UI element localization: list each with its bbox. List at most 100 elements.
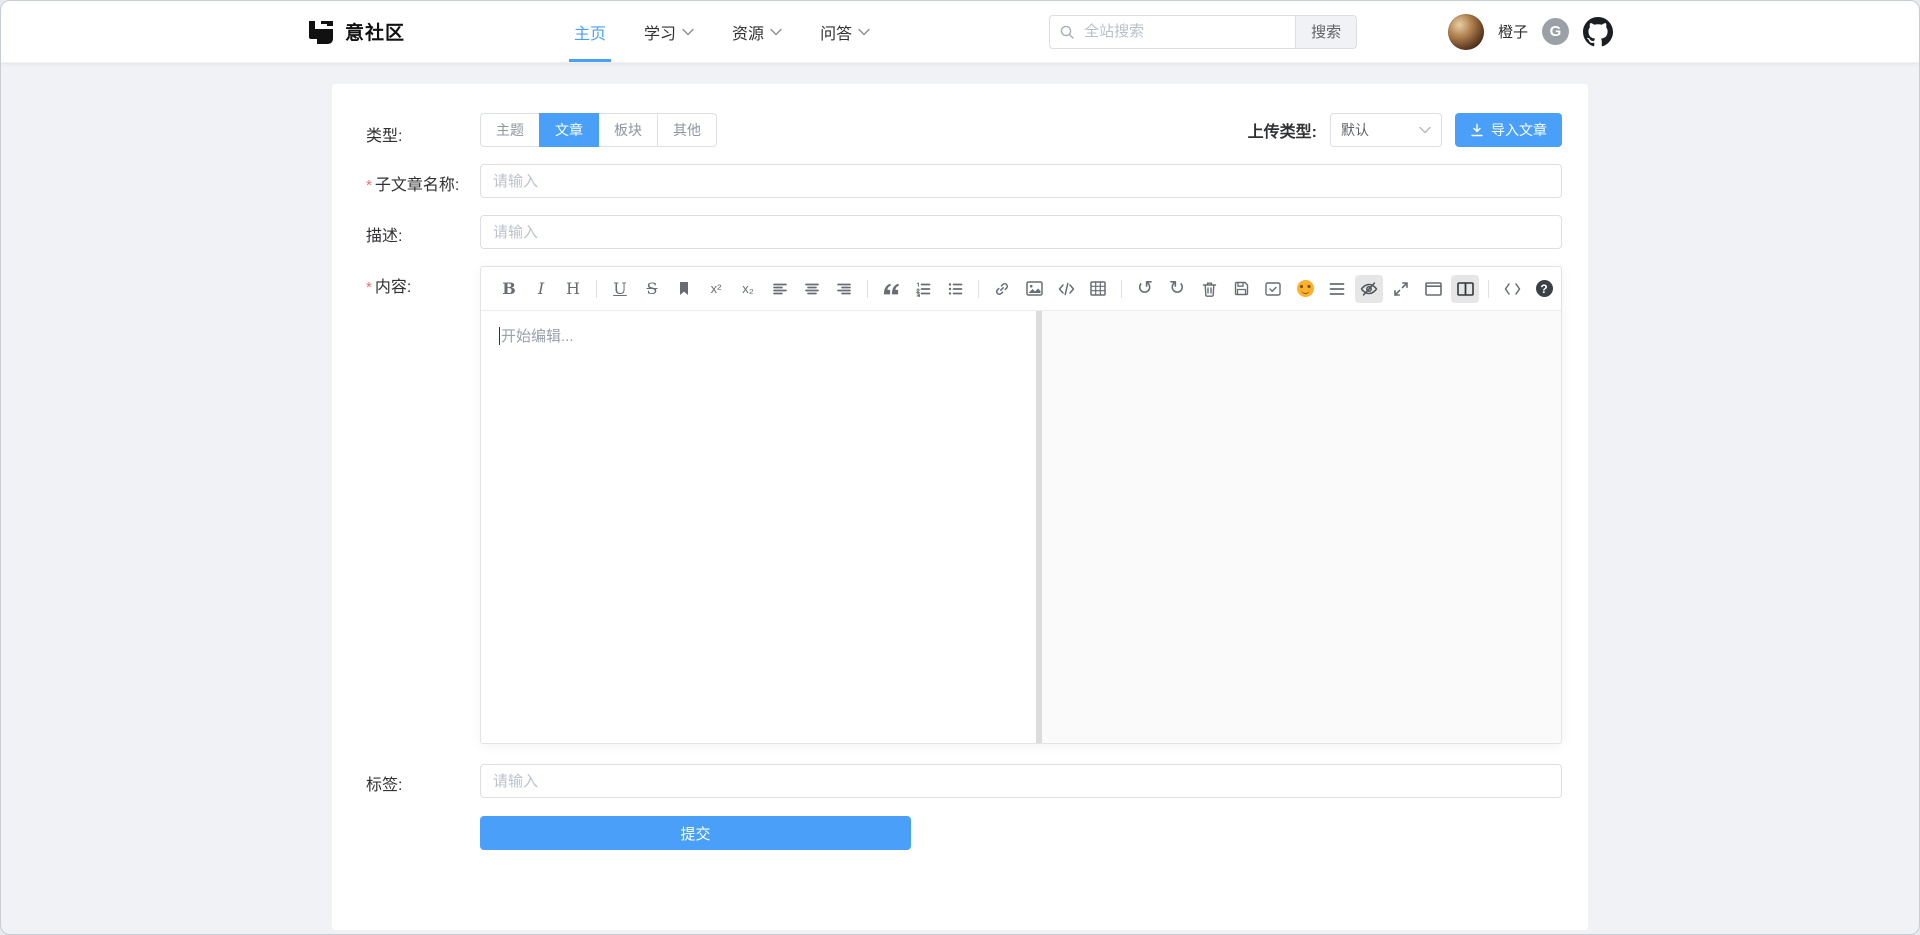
submit-button[interactable]: 提交 [480, 816, 911, 850]
split-pane-icon [1457, 282, 1474, 296]
table-icon [1090, 281, 1106, 296]
code-button[interactable] [1052, 275, 1080, 303]
italic-button[interactable]: I [527, 275, 555, 303]
nav-item-qa[interactable]: 问答 [801, 1, 889, 62]
user-area: 橙子 G [1448, 14, 1613, 50]
description-input[interactable] [480, 215, 1562, 249]
text-cursor [499, 327, 500, 345]
toolbar-separator [867, 280, 868, 298]
check-box-icon [1265, 282, 1281, 296]
required-asterisk: * [366, 177, 372, 194]
ordered-list-button[interactable] [909, 275, 937, 303]
split-view-button[interactable] [1451, 275, 1479, 303]
heading-button[interactable]: H [559, 275, 587, 303]
nav-item-label: 学习 [644, 20, 676, 44]
code-icon [1058, 282, 1075, 296]
type-option-article[interactable]: 文章 [539, 113, 599, 147]
quote-button[interactable] [877, 275, 905, 303]
unordered-list-button[interactable] [941, 275, 969, 303]
username: 橙子 [1498, 21, 1528, 42]
link-icon [994, 281, 1010, 297]
align-right-icon [836, 281, 852, 297]
subscript-button[interactable]: x₂ [734, 275, 762, 303]
image-icon [1026, 281, 1043, 296]
github-icon[interactable] [1583, 17, 1613, 47]
align-left-button[interactable] [766, 275, 794, 303]
help-button[interactable]: ? [1530, 275, 1558, 303]
bookmark-icon [677, 281, 691, 296]
search-button[interactable]: 搜索 [1295, 15, 1357, 49]
mark-button[interactable] [670, 275, 698, 303]
align-left-icon [772, 281, 788, 297]
markdown-editor: B I H U S x² x₂ [480, 266, 1562, 744]
app-window: 意社区 主页 学习 资源 问答 [0, 0, 1920, 935]
align-right-button[interactable] [830, 275, 858, 303]
type-option-board[interactable]: 板块 [598, 113, 658, 147]
toc-button[interactable] [1323, 275, 1351, 303]
type-row: 类型: 主题 文章 板块 其他 上传类型: 默认 导入文章 [366, 113, 1562, 147]
emoji-icon [1297, 280, 1314, 297]
ordered-list-icon [915, 281, 931, 297]
nav-item-home[interactable]: 主页 [555, 1, 625, 62]
draft-box-button[interactable] [1259, 275, 1287, 303]
editor-toolbar-right: ? [1321, 275, 1560, 303]
search-input[interactable] [1049, 15, 1295, 49]
upload-type-label: 上传类型: [1248, 118, 1317, 142]
save-icon [1234, 281, 1249, 296]
type-segment: 主题 文章 板块 其他 [480, 113, 717, 147]
article-form-card: 类型: 主题 文章 板块 其他 上传类型: 默认 导入文章 [332, 84, 1588, 930]
tags-label: 标签: [366, 764, 480, 795]
superscript-button[interactable]: x² [702, 275, 730, 303]
align-center-button[interactable] [798, 275, 826, 303]
preview-toggle-button[interactable] [1355, 275, 1383, 303]
upload-type-value: 默认 [1341, 120, 1369, 140]
nav-item-learn[interactable]: 学习 [625, 1, 713, 62]
nav-item-label: 资源 [732, 20, 764, 44]
brand-title: 意社区 [345, 18, 405, 45]
underline-button[interactable]: U [606, 275, 634, 303]
undo-button[interactable]: ↺ [1131, 275, 1159, 303]
type-option-other[interactable]: 其他 [657, 113, 717, 147]
nav-item-label: 问答 [820, 20, 852, 44]
tags-input[interactable] [480, 764, 1562, 798]
save-button[interactable] [1227, 275, 1255, 303]
description-row: 描述: [366, 215, 1562, 249]
image-button[interactable] [1020, 275, 1048, 303]
strikethrough-button[interactable]: S [638, 275, 666, 303]
eye-off-icon [1360, 281, 1378, 297]
editor-input-area[interactable]: 开始编辑... [481, 311, 1036, 743]
description-label: 描述: [366, 215, 480, 246]
bold-button[interactable]: B [495, 275, 523, 303]
table-button[interactable] [1084, 275, 1112, 303]
editor-placeholder: 开始编辑... [499, 325, 1018, 346]
toolbar-separator [1121, 280, 1122, 298]
redo-button[interactable]: ↻ [1163, 275, 1191, 303]
upload-controls: 上传类型: 默认 导入文章 [1248, 113, 1562, 147]
editor-body: 开始编辑... [481, 311, 1561, 743]
clear-button[interactable] [1195, 275, 1223, 303]
gitee-icon[interactable]: G [1542, 18, 1569, 45]
name-input[interactable] [480, 164, 1562, 198]
global-search: 搜索 [1049, 15, 1357, 49]
import-article-button[interactable]: 导入文章 [1455, 113, 1562, 147]
required-asterisk: * [366, 279, 372, 296]
toolbar-separator [978, 280, 979, 298]
type-option-topic[interactable]: 主题 [480, 113, 540, 147]
fullscreen-button[interactable] [1387, 275, 1415, 303]
brand[interactable]: 意社区 [307, 18, 405, 46]
name-row: *子文章名称: [366, 164, 1562, 198]
page-fullscreen-button[interactable] [1419, 275, 1447, 303]
source-code-button[interactable] [1498, 275, 1526, 303]
avatar[interactable] [1448, 14, 1484, 50]
unordered-list-icon [947, 281, 963, 297]
brand-logo-icon [307, 18, 335, 46]
nav-menu: 主页 学习 资源 问答 [555, 1, 889, 62]
emoji-button[interactable] [1291, 275, 1319, 303]
nav-item-label: 主页 [574, 20, 606, 44]
angle-brackets-icon [1504, 283, 1521, 295]
upload-type-select[interactable]: 默认 [1330, 113, 1442, 147]
link-button[interactable] [988, 275, 1016, 303]
toolbar-separator [596, 280, 597, 298]
download-icon [1470, 123, 1484, 137]
nav-item-resources[interactable]: 资源 [713, 1, 801, 62]
